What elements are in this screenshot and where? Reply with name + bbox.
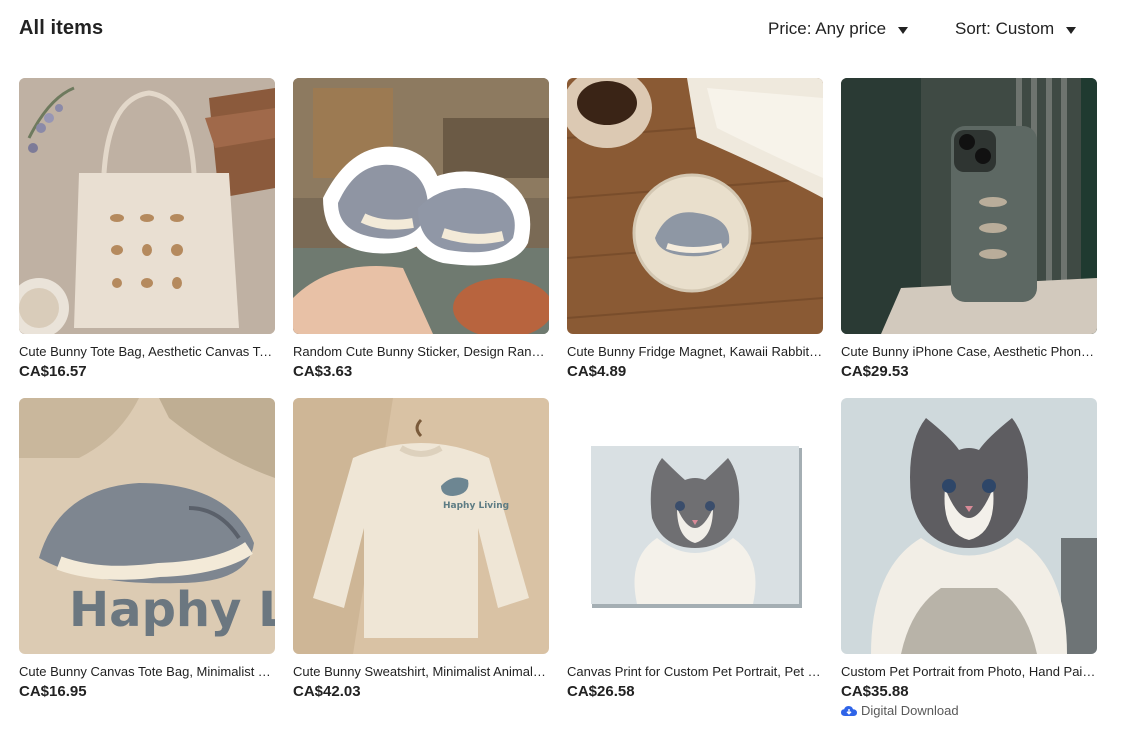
product-card[interactable]: Haphy Living Cute Bunny Sweatshirt, Mini… xyxy=(293,398,549,718)
sticker-photo xyxy=(293,78,549,334)
product-card[interactable]: Cute Bunny Tote Bag, Aesthetic Canvas To… xyxy=(19,78,275,398)
canvas-print-photo xyxy=(567,398,823,654)
product-image[interactable]: Haphy Living xyxy=(293,398,549,654)
badge-label: Digital Download xyxy=(861,703,959,718)
cat-portrait-photo xyxy=(841,398,1097,654)
digital-download-badge: Digital Download xyxy=(841,703,1097,719)
caret-down-icon xyxy=(1066,26,1077,34)
product-image[interactable] xyxy=(19,78,275,334)
product-title[interactable]: Canvas Print for Custom Pet Portrait, Pe… xyxy=(567,664,823,680)
caret-down-icon xyxy=(898,26,909,34)
product-image[interactable] xyxy=(567,398,823,654)
phone-case-photo xyxy=(841,78,1097,334)
page-title: All items xyxy=(19,17,104,39)
product-title[interactable]: Cute Bunny Sweatshirt, Minimalist Animal… xyxy=(293,664,549,680)
product-image[interactable] xyxy=(567,78,823,334)
items-grid: Cute Bunny Tote Bag, Aesthetic Canvas To… xyxy=(19,78,1097,718)
sort-label: Sort: Custom xyxy=(955,19,1055,38)
haphy-living-tote-photo: Haphy Living xyxy=(19,398,275,654)
product-title[interactable]: Cute Bunny iPhone Case, Aesthetic Phone … xyxy=(841,344,1097,360)
product-card[interactable]: Custom Pet Portrait from Photo, Hand Pai… xyxy=(841,398,1097,718)
product-card[interactable]: Canvas Print for Custom Pet Portrait, Pe… xyxy=(567,398,823,718)
product-price: CA$42.03 xyxy=(293,683,361,700)
product-card[interactable]: Cute Bunny Fridge Magnet, Kawaii Rabbit … xyxy=(567,78,823,398)
tote-bag-photo xyxy=(19,78,275,334)
product-card[interactable]: Random Cute Bunny Sticker, Design Random… xyxy=(293,78,549,398)
price-filter-dropdown[interactable]: Price: Any price xyxy=(768,19,909,39)
product-price: CA$3.63 xyxy=(293,363,353,380)
product-title[interactable]: Custom Pet Portrait from Photo, Hand Pai… xyxy=(841,664,1097,680)
cloud-download-icon xyxy=(841,706,857,716)
magnet-photo xyxy=(567,78,823,334)
product-title[interactable]: Cute Bunny Tote Bag, Aesthetic Canvas To… xyxy=(19,344,275,360)
sweatshirt-photo: Haphy Living xyxy=(293,398,549,654)
product-card[interactable]: Haphy Living Cute Bunny Canvas Tote Bag,… xyxy=(19,398,275,718)
price-filter-label: Price: Any price xyxy=(768,19,887,38)
product-price: CA$16.95 xyxy=(19,683,87,700)
product-title[interactable]: Cute Bunny Fridge Magnet, Kawaii Rabbit … xyxy=(567,344,823,360)
print-text: Haphy Living xyxy=(69,582,275,638)
product-image[interactable] xyxy=(841,78,1097,334)
product-image[interactable] xyxy=(841,398,1097,654)
product-title[interactable]: Cute Bunny Canvas Tote Bag, Minimalist T… xyxy=(19,664,275,680)
product-price: CA$26.58 xyxy=(567,683,635,700)
product-image[interactable]: Haphy Living xyxy=(19,398,275,654)
product-price: CA$4.89 xyxy=(567,363,627,380)
product-price: CA$16.57 xyxy=(19,363,87,380)
sort-dropdown[interactable]: Sort: Custom xyxy=(955,19,1077,39)
product-title[interactable]: Random Cute Bunny Sticker, Design Random… xyxy=(293,344,549,360)
product-card[interactable]: Cute Bunny iPhone Case, Aesthetic Phone … xyxy=(841,78,1097,398)
product-price: CA$29.53 xyxy=(841,363,909,380)
product-price: CA$35.88 xyxy=(841,683,909,700)
product-image[interactable] xyxy=(293,78,549,334)
print-text: Haphy Living xyxy=(443,501,509,511)
